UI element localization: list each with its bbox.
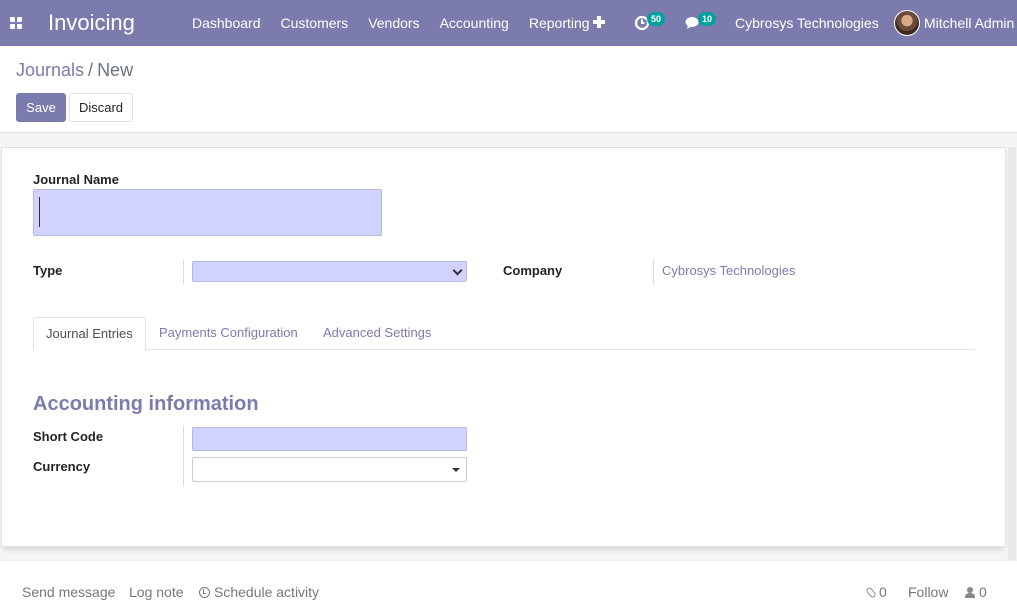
caret-down-icon xyxy=(452,468,460,472)
followers-count: 0 xyxy=(979,584,987,600)
short-code-input[interactable] xyxy=(192,427,467,451)
company-label: Company xyxy=(503,263,563,278)
section-title: Accounting information xyxy=(33,393,259,415)
follow-button[interactable]: Follow xyxy=(908,584,948,600)
chevron-down-icon xyxy=(452,265,463,276)
avatar[interactable] xyxy=(894,10,920,36)
followers-button[interactable]: 0 xyxy=(965,584,987,600)
company-field-link[interactable]: Cybrosys Technologies xyxy=(662,263,795,278)
send-message-button[interactable]: Send message xyxy=(22,584,115,600)
currency-select[interactable] xyxy=(192,457,467,482)
attachments-button[interactable]: 0 xyxy=(865,584,887,600)
main-menu: Dashboard Customers Vendors Accounting R… xyxy=(182,0,600,46)
paperclip-icon xyxy=(865,586,877,599)
menu-item-accounting[interactable]: Accounting xyxy=(430,0,519,46)
journal-name-input[interactable] xyxy=(33,189,382,236)
message-count-badge: 10 xyxy=(698,12,717,26)
currency-label: Currency xyxy=(33,459,91,474)
text-cursor xyxy=(39,197,40,227)
schedule-activity-button[interactable]: Schedule activity xyxy=(199,584,319,600)
breadcrumb-journals[interactable]: Journals xyxy=(16,60,84,80)
breadcrumb-current: New xyxy=(97,60,134,80)
user-icon xyxy=(965,587,975,598)
control-panel: Journals / New Save Discard xyxy=(0,46,1017,133)
activity-count-badge: 50 xyxy=(647,12,666,26)
journal-name-label: Journal Name xyxy=(33,172,119,187)
plus-icon[interactable] xyxy=(592,15,606,29)
attachments-count: 0 xyxy=(879,584,887,600)
tab-advanced-settings[interactable]: Advanced Settings xyxy=(311,317,443,350)
app-title[interactable]: Invoicing xyxy=(48,10,135,36)
field-divider xyxy=(653,259,654,285)
menu-item-reporting[interactable]: Reporting xyxy=(519,0,600,46)
menu-item-vendors[interactable]: Vendors xyxy=(358,0,429,46)
type-select[interactable] xyxy=(192,261,467,282)
apps-grid-icon[interactable] xyxy=(10,17,22,29)
discard-button[interactable]: Discard xyxy=(69,93,133,122)
type-label: Type xyxy=(33,263,63,278)
clock-icon xyxy=(199,587,210,598)
save-button[interactable]: Save xyxy=(16,93,66,122)
field-divider xyxy=(183,426,184,486)
user-menu[interactable]: Mitchell Admin xyxy=(924,15,1014,31)
top-navbar: Invoicing Dashboard Customers Vendors Ac… xyxy=(0,0,1017,46)
log-note-button[interactable]: Log note xyxy=(129,584,184,600)
tab-payments-configuration[interactable]: Payments Configuration xyxy=(147,317,310,350)
breadcrumb: Journals / New xyxy=(16,60,133,81)
scrollbar[interactable] xyxy=(1008,147,1016,560)
chatter: Send message Log note Schedule activity … xyxy=(0,560,1017,610)
field-divider xyxy=(183,259,184,285)
menu-item-dashboard[interactable]: Dashboard xyxy=(182,0,271,46)
short-code-label: Short Code xyxy=(33,429,104,444)
schedule-activity-label: Schedule activity xyxy=(214,584,320,600)
breadcrumb-separator: / xyxy=(88,60,94,80)
menu-item-customers[interactable]: Customers xyxy=(271,0,359,46)
company-switcher[interactable]: Cybrosys Technologies xyxy=(735,15,879,31)
tab-journal-entries[interactable]: Journal Entries xyxy=(33,317,146,351)
form-tabs: Journal Entries Payments Configuration A… xyxy=(33,317,975,351)
